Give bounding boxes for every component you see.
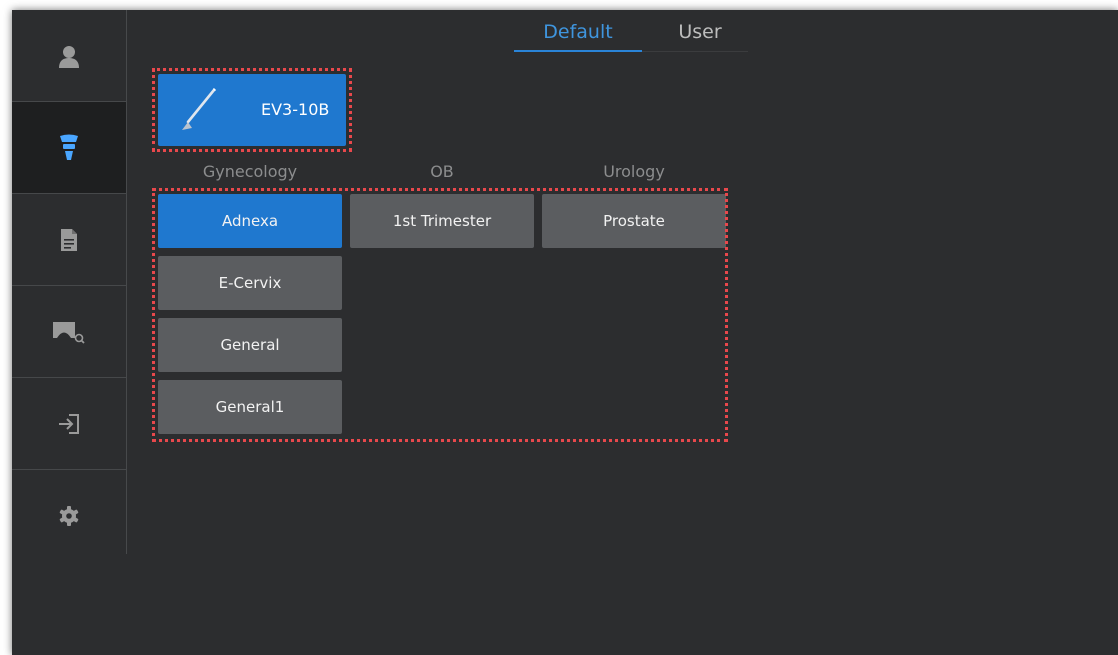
category-gynecology: Gynecology xyxy=(202,162,298,181)
preset-general1[interactable]: General1 xyxy=(158,380,342,434)
probe-name: EV3-10B xyxy=(261,100,330,119)
preset-prostate[interactable]: Prostate xyxy=(542,194,726,248)
sidebar-item-settings[interactable] xyxy=(12,470,126,562)
sidebar-item-review[interactable] xyxy=(12,286,126,378)
category-ob: OB xyxy=(430,162,454,181)
preset-1st-trimester[interactable]: 1st Trimester xyxy=(350,194,534,248)
exit-icon xyxy=(59,413,79,434)
preset-general[interactable]: General xyxy=(158,318,342,372)
tab-default[interactable]: Default xyxy=(514,18,642,52)
tab-user[interactable]: User xyxy=(652,18,748,52)
transvaginal-probe-icon xyxy=(182,87,217,130)
tab-active-indicator xyxy=(514,50,642,52)
sidebar-item-exit[interactable] xyxy=(12,378,126,470)
user-icon xyxy=(59,45,79,68)
category-urology: Urology xyxy=(603,162,665,181)
app-window: Default User EV3-10B Gynecology OB Urolo… xyxy=(12,10,1118,655)
probe-icon xyxy=(60,134,78,160)
image-review-icon xyxy=(53,321,85,344)
sidebar-item-patient[interactable] xyxy=(12,10,126,102)
sidebar-item-probe[interactable] xyxy=(12,102,126,194)
preset-e-cervix[interactable]: E-Cervix xyxy=(158,256,342,310)
probe-button[interactable]: EV3-10B xyxy=(158,74,346,146)
document-icon xyxy=(61,228,77,251)
sidebar-item-report[interactable] xyxy=(12,194,126,286)
preset-adnexa[interactable]: Adnexa xyxy=(158,194,342,248)
gear-icon xyxy=(59,506,79,526)
sidebar xyxy=(12,10,127,554)
